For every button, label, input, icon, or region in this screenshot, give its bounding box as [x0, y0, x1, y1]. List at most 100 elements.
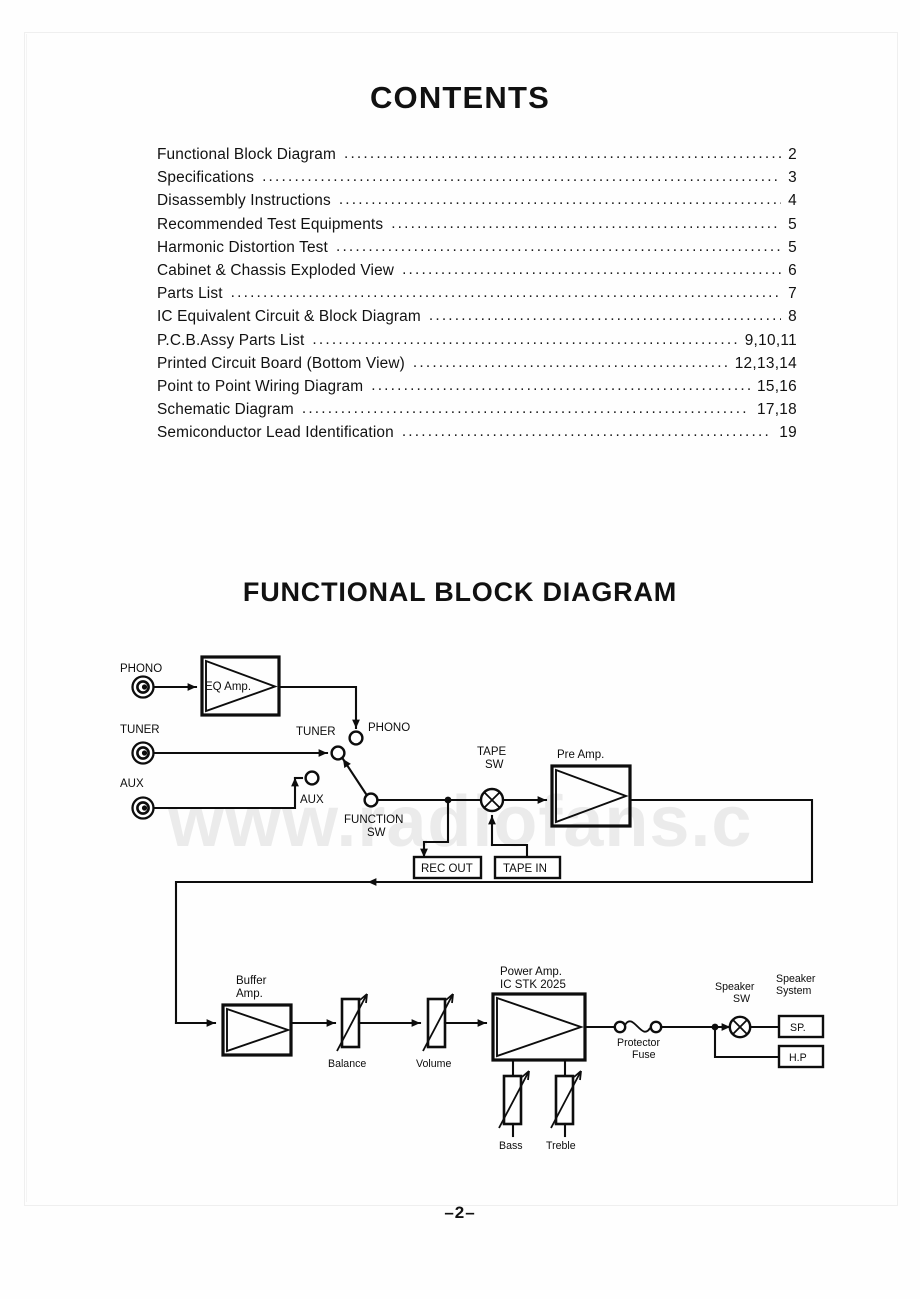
toc-leader: ........................................… [402, 260, 782, 278]
toc-entry[interactable]: Disassembly Instructions ...............… [157, 189, 797, 212]
buffer-amp-label-line1: Buffer [236, 975, 267, 987]
toc-leader: ........................................… [312, 330, 737, 348]
rec-out-jack-box[interactable]: REC OUT [412, 855, 483, 880]
toc-leader: ........................................… [391, 214, 782, 232]
toc-entry[interactable]: Schematic Diagram ......................… [157, 398, 797, 421]
contents-heading: CONTENTS [369, 80, 551, 115]
tape-in-jack-box[interactable]: TAPE IN [493, 855, 562, 880]
eq-amp-label: EQ Amp. [205, 681, 251, 693]
toc-entry-page: 8 [788, 308, 797, 326]
power-amp-label-line2: IC STK 2025 [500, 979, 566, 991]
page-number: –2– [444, 1203, 476, 1222]
speaker-system-label-line1: Speaker [776, 973, 816, 985]
aux-selector-node[interactable]: AUX [300, 770, 324, 806]
toc-leader: ........................................… [428, 307, 781, 325]
toc-entry-label: Schematic Diagram [157, 401, 294, 419]
toc-entry[interactable]: IC Equivalent Circuit & Block Diagram ..… [157, 305, 797, 328]
toc-leader: ........................................… [343, 145, 782, 162]
hp-label: H.P [789, 1052, 807, 1064]
phono-input-label: PHONO [120, 663, 162, 675]
volume-label: Volume [416, 1058, 451, 1070]
pre-amp-label: Pre Amp. [557, 749, 604, 761]
speaker-output-box[interactable]: SP. [777, 1014, 825, 1039]
functional-block-diagram-heading: FUNCTIONAL BLOCK DIAGRAM [242, 577, 678, 607]
toc-entry-label: Cabinet & Chassis Exploded View [157, 261, 395, 279]
toc-entry-page: 19 [779, 424, 797, 442]
speaker-switch[interactable]: Speaker SW [715, 981, 755, 1039]
wire-aux-to-node [152, 776, 299, 810]
toc-entry[interactable]: Parts List .............................… [157, 282, 797, 305]
toc-leader: ........................................… [230, 284, 782, 302]
toc-entry[interactable]: Cabinet & Chassis Exploded View ........… [157, 259, 797, 282]
buffer-amp-label-line2: Amp. [236, 988, 263, 1000]
wire-to-rec-out [420, 798, 450, 859]
bass-label: Bass [499, 1140, 523, 1152]
rec-out-label: REC OUT [421, 863, 473, 875]
toc-entry-page: 12,13,14 [734, 354, 797, 372]
protector-fuse: Protector Fuse [613, 1020, 663, 1061]
toc-entry-label: P.C.B.Assy Parts List [157, 331, 305, 349]
function-sw-label-line2: SW [367, 827, 386, 839]
toc-entry[interactable]: Recommended Test Equipments ............… [157, 213, 797, 236]
toc-entry-label: IC Equivalent Circuit & Block Diagram [157, 308, 421, 326]
balance-control[interactable]: Balance [328, 993, 388, 1070]
headphone-output-box[interactable]: H.P [777, 1044, 825, 1069]
toc-leader: ........................................… [338, 191, 781, 209]
protector-fuse-label-line1: Protector [617, 1037, 660, 1049]
toc-leader: ........................................… [262, 168, 781, 186]
tuner-selector-node[interactable]: TUNER [296, 726, 346, 761]
tape-switch[interactable]: TAPE SW [477, 746, 507, 813]
toc-entry[interactable]: Printed Circuit Board (Bottom View) ....… [157, 352, 797, 375]
tape-sw-label-line2: SW [485, 759, 504, 771]
volume-control[interactable]: Volume [416, 993, 454, 1070]
tape-sw-label-line1: TAPE [477, 746, 507, 758]
treble-label: Treble [546, 1140, 576, 1152]
phono-input-jack[interactable]: PHONO [120, 663, 162, 699]
toc-leader: ........................................… [371, 376, 750, 394]
toc-entry[interactable]: Harmonic Distortion Test ...............… [157, 236, 797, 259]
toc-entry-page: 5 [788, 238, 797, 256]
toc-entry-label: Disassembly Instructions [157, 192, 331, 210]
toc-entry[interactable]: P.C.B.Assy Parts List ..................… [157, 329, 797, 352]
toc-entry-page: 3 [788, 169, 797, 187]
toc-entry-page: 5 [788, 215, 797, 233]
toc-leader: ........................................… [401, 423, 773, 441]
aux-input-label: AUX [120, 778, 144, 790]
buffer-amp-block: Buffer Amp. [221, 975, 293, 1057]
manual-page: CONTENTS Functional Block Diagram ......… [0, 0, 920, 1299]
toc-leader: ........................................… [335, 237, 781, 255]
aux-node-label: AUX [300, 794, 324, 806]
toc-entry-label: Harmonic Distortion Test [157, 238, 328, 256]
pre-amp-block: Pre Amp. [550, 749, 632, 828]
toc-entry[interactable]: Specifications .........................… [157, 166, 797, 189]
bass-control[interactable]: Bass [498, 1070, 530, 1152]
aux-input-jack[interactable]: AUX [120, 778, 155, 820]
tape-in-label: TAPE IN [503, 863, 547, 875]
tuner-input-label: TUNER [120, 724, 160, 736]
phono-selector-node[interactable]: PHONO [348, 722, 411, 746]
toc-leader: ........................................… [412, 353, 728, 371]
wire-eq-to-phono-node [277, 685, 360, 730]
treble-control[interactable]: Treble [546, 1070, 582, 1152]
toc-entry-label: Functional Block Diagram [157, 146, 336, 163]
function-sw-pivot [363, 792, 379, 808]
speaker-system-label-line2: System [776, 985, 811, 997]
power-amp-label-line1: Power Amp. [500, 966, 562, 978]
speaker-sw-label-line1: Speaker [715, 981, 755, 993]
toc-entry-label: Parts List [157, 285, 223, 303]
tuner-input-jack[interactable]: TUNER [120, 724, 160, 765]
speaker-sw-label-line2: SW [733, 993, 750, 1005]
toc-entry-page: 6 [788, 261, 797, 279]
wire-tape-in-riser [490, 843, 529, 859]
toc-entry-page: 15,16 [756, 377, 797, 395]
toc-entry-label: Semiconductor Lead Identification [157, 424, 394, 442]
table-of-contents: Functional Block Diagram ...............… [157, 143, 797, 444]
balance-label: Balance [328, 1058, 366, 1070]
functional-block-diagram: PHONO EQ Amp. PHONO TUNER TUNER AUX AUX … [0, 630, 920, 1170]
toc-leader: ........................................… [301, 400, 750, 418]
toc-entry[interactable]: Point to Point Wiring Diagram ..........… [157, 375, 797, 398]
protector-fuse-label-line2: Fuse [632, 1049, 656, 1061]
toc-entry-page: 4 [788, 192, 797, 210]
toc-entry[interactable]: Functional Block Diagram ...............… [157, 143, 797, 166]
toc-entry[interactable]: Semiconductor Lead Identification ......… [157, 421, 797, 444]
